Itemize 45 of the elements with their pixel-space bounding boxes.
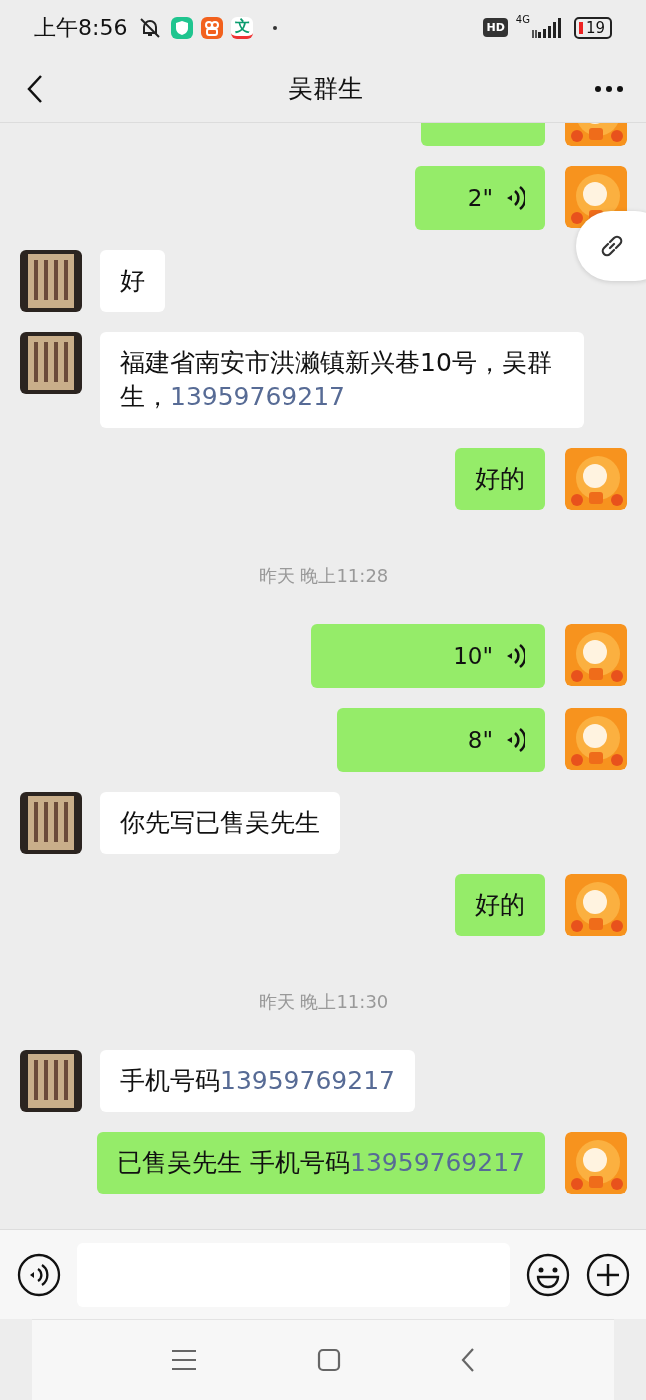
more-icon[interactable]	[594, 84, 624, 93]
message-bubble: 你先写已售吴先生	[100, 792, 340, 854]
avatar[interactable]	[565, 448, 627, 510]
timestamp: 昨天 晚上11:28	[258, 564, 389, 588]
timestamp: 昨天 晚上11:30	[258, 990, 389, 1014]
app-badge: 文	[231, 16, 254, 39]
shield-icon	[171, 16, 194, 39]
message-bubble: 好	[100, 250, 165, 312]
voice-input-icon[interactable]	[17, 1252, 61, 1297]
network-type: 4G	[515, 14, 530, 25]
voice-wave-icon	[505, 185, 525, 211]
message-bubble: 好的	[455, 448, 545, 510]
voice-message-bubble[interactable]: 8"	[337, 708, 545, 772]
notification-dot	[273, 25, 278, 30]
chat-title: 吴群生	[287, 73, 363, 105]
voice-message-bubble[interactable]: 2"	[415, 166, 545, 230]
back-icon[interactable]	[26, 73, 44, 104]
avatar[interactable]	[20, 250, 82, 312]
avatar[interactable]	[20, 792, 82, 854]
avatar[interactable]	[565, 874, 627, 936]
voice-message-bubble[interactable]: 10"	[311, 624, 545, 688]
avatar[interactable]	[20, 1050, 82, 1112]
message-bubble: 福建省南安市洪濑镇新兴巷10号，吴群生，13959769217	[100, 332, 584, 428]
phone-link[interactable]: 13959769217	[220, 1066, 395, 1095]
hd-badge: HD	[483, 18, 508, 37]
message-bubble: 手机号码13959769217	[100, 1050, 415, 1112]
phone-link[interactable]: 13959769217	[350, 1148, 525, 1177]
status-time: 上午8:56	[34, 13, 128, 42]
menu-icon[interactable]	[171, 1349, 197, 1371]
message-bubble: 好的	[455, 874, 545, 936]
link-button[interactable]	[576, 211, 646, 281]
message-bubble: 已售吴先生 手机号码13959769217	[97, 1132, 545, 1194]
voice-wave-icon	[505, 727, 525, 753]
emoji-icon[interactable]	[526, 1252, 570, 1297]
signal-icon	[531, 17, 562, 38]
add-icon[interactable]	[586, 1252, 630, 1297]
phone-link[interactable]: 13959769217	[170, 382, 345, 411]
avatar[interactable]	[565, 624, 627, 686]
home-icon[interactable]	[317, 1348, 341, 1372]
avatar[interactable]	[565, 1132, 627, 1194]
app-icon	[201, 16, 224, 39]
battery-indicator: 19	[573, 16, 612, 39]
voice-wave-icon	[505, 643, 525, 669]
avatar[interactable]	[565, 708, 627, 770]
avatar[interactable]	[20, 332, 82, 394]
